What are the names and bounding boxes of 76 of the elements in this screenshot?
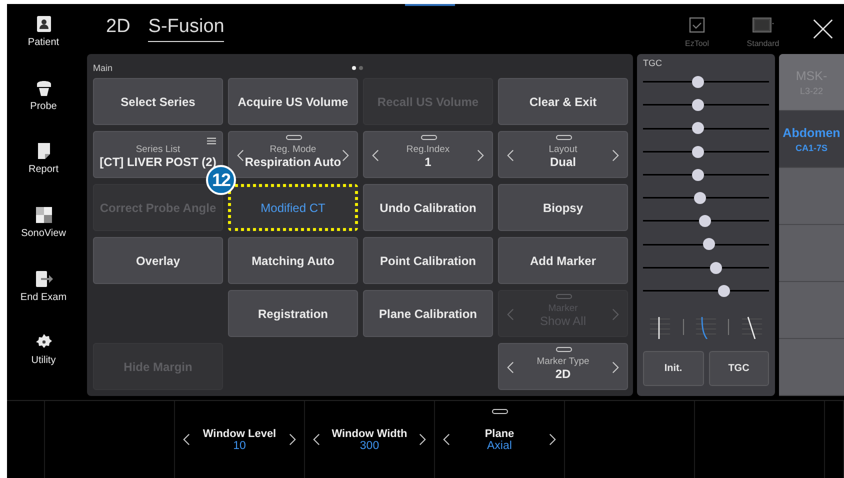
chevron-left-icon <box>443 433 450 446</box>
probe-tab[interactable]: Abdomen CA1-7S <box>779 111 844 168</box>
function-button[interactable]: Biopsy <box>498 184 628 231</box>
mode-tab[interactable]: S-Fusion <box>148 16 224 42</box>
handle-icon <box>492 409 508 414</box>
chevron-right-icon <box>477 149 484 162</box>
slider-thumb[interactable] <box>702 238 715 250</box>
toolbar-button[interactable]: Standard <box>730 16 796 48</box>
slider-thumb[interactable] <box>692 168 704 181</box>
menu-icon <box>207 137 216 145</box>
chevron-left-icon <box>237 149 244 162</box>
selector-button[interactable]: Layout Dual <box>498 131 628 178</box>
handle-icon <box>421 135 437 140</box>
slider-thumb[interactable] <box>710 262 722 274</box>
function-button[interactable]: Clear & Exit <box>498 78 628 125</box>
empty-slot <box>779 168 844 225</box>
function-button[interactable]: Matching Auto <box>228 237 358 284</box>
sidebar-item[interactable]: SonoView <box>7 205 80 269</box>
empty-slot <box>779 225 844 282</box>
straight-line-icon[interactable] <box>648 314 672 339</box>
knob-control[interactable]: Window Width 300 <box>305 401 435 478</box>
sidebar-item[interactable]: End Exam <box>7 268 80 332</box>
handle-icon <box>286 135 302 140</box>
handle-icon <box>556 347 572 352</box>
knob-control[interactable]: Plane Axial <box>435 401 565 478</box>
chevron-left-icon <box>507 149 514 162</box>
mode-tab[interactable]: 2D <box>106 16 130 42</box>
panel-title: Main <box>93 63 113 73</box>
selector-button[interactable]: Reg.Index 1 <box>363 131 493 178</box>
exit-icon <box>34 268 54 289</box>
chevron-left-icon <box>313 433 320 446</box>
close-icon[interactable] <box>812 18 834 40</box>
sidebar-item[interactable]: Patient <box>7 14 80 78</box>
function-button[interactable]: Point Calibration <box>363 237 493 284</box>
tgc-button[interactable]: Init. <box>643 350 704 386</box>
sidebar-item[interactable]: Report <box>7 141 80 206</box>
tgc-button[interactable]: TGC <box>708 350 769 386</box>
chevron-right-icon <box>342 149 349 162</box>
chevron-left-icon <box>372 149 379 162</box>
chevron-right-icon <box>612 149 619 162</box>
curve-icon[interactable] <box>694 314 718 339</box>
panel-title: TGC <box>643 58 663 68</box>
toolbar-button[interactable]: EzTool <box>664 16 730 48</box>
function-button[interactable]: Plane Calibration <box>363 290 493 337</box>
chevron-left-icon <box>507 361 514 374</box>
function-button[interactable]: Overlay <box>93 237 223 284</box>
slider-thumb[interactable] <box>692 146 704 158</box>
slant-line-icon[interactable] <box>740 314 764 339</box>
chevron-right-icon <box>289 433 296 446</box>
function-button[interactable]: Select Series <box>93 78 223 125</box>
slider-thumb[interactable] <box>692 122 704 134</box>
chevron-right-icon <box>612 308 619 321</box>
function-button[interactable]: Acquire US Volume <box>228 78 358 125</box>
function-button[interactable]: Add Marker <box>498 237 628 284</box>
chevron-right-icon <box>548 433 556 446</box>
chevron-right-icon <box>612 361 619 374</box>
handle-icon <box>556 294 572 299</box>
slider-thumb[interactable] <box>698 215 711 228</box>
page-indicator <box>405 4 455 6</box>
chevron-left-icon <box>507 308 514 321</box>
sidebar-item[interactable]: Utility <box>7 332 80 396</box>
handle-icon <box>556 135 572 140</box>
slider-thumb[interactable] <box>692 76 704 88</box>
knob-control[interactable]: Window Level 10 <box>175 401 305 478</box>
selector-button[interactable]: Marker Type 2D <box>498 343 628 390</box>
chevron-left-icon <box>183 433 190 446</box>
sidebar-item[interactable]: Probe <box>7 78 80 142</box>
empty-slot <box>779 339 844 396</box>
function-button[interactable]: Registration <box>228 290 358 337</box>
slider-thumb[interactable] <box>694 192 706 204</box>
chevron-right-icon <box>419 433 426 446</box>
grid-icon <box>34 205 54 226</box>
function-button[interactable]: Undo Calibration <box>363 184 493 231</box>
slider-thumb[interactable] <box>718 284 730 297</box>
empty-slot <box>779 282 844 339</box>
slider-thumb[interactable] <box>692 99 704 112</box>
